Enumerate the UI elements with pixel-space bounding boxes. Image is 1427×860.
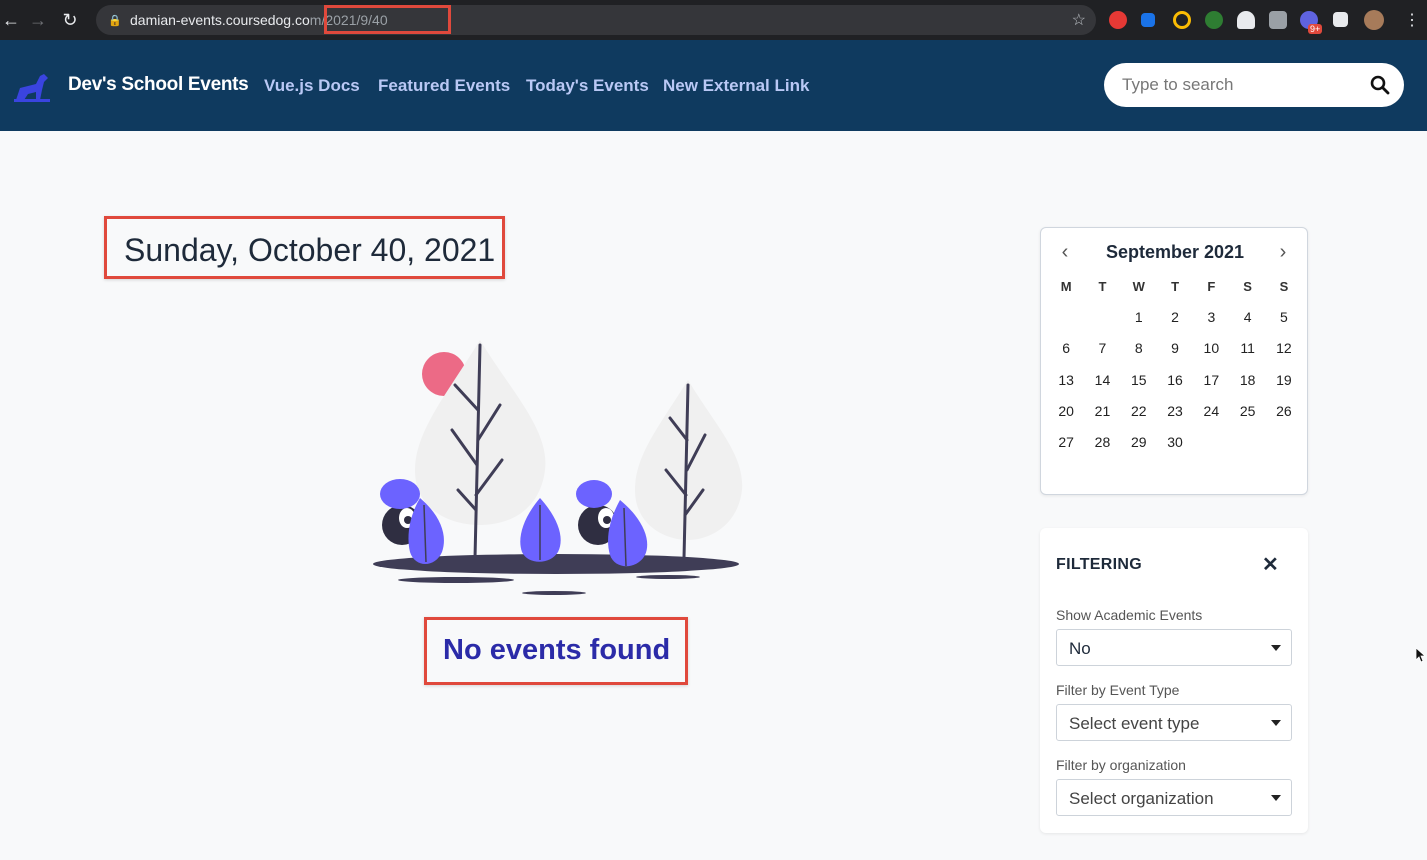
calendar-weekday: S xyxy=(1279,279,1289,294)
forward-icon[interactable]: → xyxy=(22,0,54,40)
url-host: damian-events.coursedog.co xyxy=(130,12,310,28)
filter-panel: FILTERING ✕ Show Academic Events No Filt… xyxy=(1040,528,1308,833)
puzzle-blue-icon[interactable] xyxy=(1141,13,1155,27)
calendar-day[interactable]: 25 xyxy=(1229,400,1265,431)
extensions-puzzle-icon[interactable] xyxy=(1333,12,1348,27)
caret-down-icon xyxy=(1271,795,1281,801)
calendar-day[interactable]: 21 xyxy=(1084,400,1120,431)
ghost-icon[interactable] xyxy=(1237,11,1255,29)
calendar-day[interactable]: 18 xyxy=(1229,369,1265,400)
event-type-placeholder: Select event type xyxy=(1069,714,1200,733)
calendar-day[interactable]: 14 xyxy=(1084,369,1120,400)
calendar-day[interactable]: 2 xyxy=(1157,306,1193,337)
calendar-day[interactable]: 13 xyxy=(1048,369,1084,400)
calendar-day[interactable]: 8 xyxy=(1121,337,1157,368)
tree-icon[interactable] xyxy=(1205,11,1223,29)
empty-state-illustration xyxy=(373,340,743,595)
calendar-day[interactable]: 4 xyxy=(1229,306,1265,337)
calendar-day[interactable]: 16 xyxy=(1157,369,1193,400)
search-box xyxy=(1104,63,1404,107)
calendar-day[interactable]: 5 xyxy=(1266,306,1302,337)
calendar-day[interactable]: 17 xyxy=(1193,369,1229,400)
academic-events-label: Show Academic Events xyxy=(1056,607,1203,623)
reload-icon[interactable]: ↻ xyxy=(54,0,86,40)
calendar-day[interactable]: 28 xyxy=(1084,431,1120,462)
extension-badge: 9+ xyxy=(1308,24,1323,34)
organization-label: Filter by organization xyxy=(1056,757,1186,773)
calendar-weekday: F xyxy=(1207,279,1216,294)
calendar-day[interactable]: 26 xyxy=(1266,400,1302,431)
calendar-day[interactable]: 1 xyxy=(1121,306,1157,337)
mouse-cursor-icon xyxy=(1416,648,1426,662)
calendar-grid: M T W T F S S 1 2 3 4 5 6 7 8 9 10 11 12 13 14 15 16 17 18 19 20 21… xyxy=(1048,276,1302,462)
calendar-day[interactable]: 20 xyxy=(1048,400,1084,431)
close-icon[interactable]: ✕ xyxy=(1262,552,1279,577)
calendar-day[interactable]: 19 xyxy=(1266,369,1302,400)
adblock-icon[interactable] xyxy=(1109,11,1127,29)
nav-vuejs-docs[interactable]: Vue.js Docs xyxy=(264,76,360,96)
calendar-day[interactable]: 6 xyxy=(1048,337,1084,368)
caret-down-icon xyxy=(1271,645,1281,651)
menu-kebab-icon[interactable]: ⋮ xyxy=(1404,10,1420,30)
empty-state-message: No events found xyxy=(443,634,671,666)
back-icon[interactable]: ← xyxy=(0,0,22,40)
lens-icon[interactable] xyxy=(1173,11,1191,29)
event-type-label: Filter by Event Type xyxy=(1056,682,1180,698)
caret-down-icon xyxy=(1271,720,1281,726)
calendar-month: September 2021 xyxy=(1105,242,1245,262)
calendar-day[interactable]: 10 xyxy=(1193,337,1229,368)
address-bar[interactable]: 🔒 damian-events.coursedog.com/2021/9/40 … xyxy=(96,5,1096,35)
calendar-day[interactable]: 30 xyxy=(1157,431,1193,462)
calendar-weekday: W xyxy=(1132,279,1145,294)
square-extension-icon[interactable] xyxy=(1269,11,1287,29)
star-icon[interactable]: ☆ xyxy=(1072,10,1086,30)
lock-icon: 🔒 xyxy=(108,14,122,27)
profile-avatar[interactable] xyxy=(1364,10,1384,30)
page-title: Sunday, October 40, 2021 xyxy=(124,232,496,268)
calendar-day[interactable]: 15 xyxy=(1121,369,1157,400)
calendar-day[interactable]: 12 xyxy=(1266,337,1302,368)
academic-events-value: No xyxy=(1069,639,1091,658)
calendar-blank xyxy=(1084,306,1120,337)
url-highlight-box xyxy=(324,5,451,34)
nav-new-external-link[interactable]: New External Link xyxy=(663,76,809,96)
nav-todays-events[interactable]: Today's Events xyxy=(526,76,649,96)
nav-featured-events[interactable]: Featured Events xyxy=(378,76,510,96)
calendar-day[interactable]: 24 xyxy=(1193,400,1229,431)
calendar-weekday: M xyxy=(1060,279,1072,294)
calendar-blank xyxy=(1048,306,1084,337)
calendar-day[interactable]: 29 xyxy=(1121,431,1157,462)
calendar-weekday: S xyxy=(1243,279,1252,294)
organization-select[interactable]: Select organization xyxy=(1056,779,1292,816)
calendar-day[interactable]: 9 xyxy=(1157,337,1193,368)
academic-events-select[interactable]: No xyxy=(1056,629,1292,666)
search-icon[interactable] xyxy=(1370,75,1390,95)
calendar-widget: ‹ September 2021 › M T W T F S S 1 2 3 4 5 6 7 8 9 10 11 1… xyxy=(1040,227,1308,495)
calendar-day[interactable]: 27 xyxy=(1048,431,1084,462)
calendar-day[interactable]: 11 xyxy=(1229,337,1265,368)
calendar-day[interactable]: 7 xyxy=(1084,337,1120,368)
calendar-day[interactable]: 22 xyxy=(1121,400,1157,431)
dog-logo-icon[interactable] xyxy=(14,70,50,102)
filter-title: FILTERING xyxy=(1056,556,1142,573)
site-header: Dev's School Events Vue.js Docs Featured… xyxy=(0,40,1427,131)
organization-placeholder: Select organization xyxy=(1069,789,1214,808)
brand-title[interactable]: Dev's School Events xyxy=(68,74,249,96)
event-type-select[interactable]: Select event type xyxy=(1056,704,1292,741)
calendar-weekday: T xyxy=(1171,279,1180,294)
search-input[interactable] xyxy=(1122,73,1362,97)
chevron-right-icon[interactable]: › xyxy=(1271,240,1295,264)
calendar-day[interactable]: 23 xyxy=(1157,400,1193,431)
calendar-day[interactable]: 3 xyxy=(1193,306,1229,337)
calendar-weekday: T xyxy=(1098,279,1107,294)
